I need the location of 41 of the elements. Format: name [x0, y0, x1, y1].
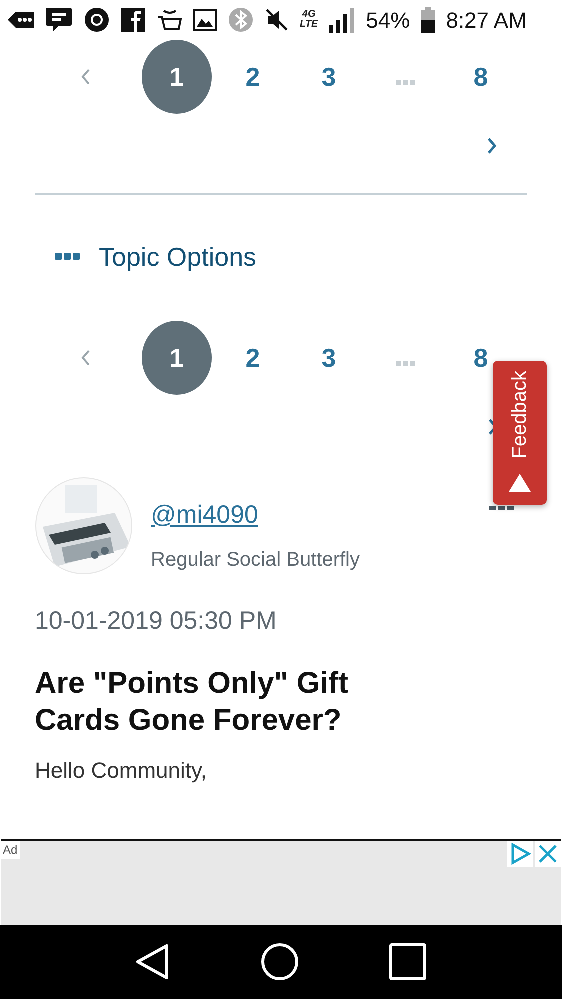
back-icon[interactable] [135, 944, 171, 980]
close-icon[interactable] [535, 841, 561, 867]
recents-icon[interactable] [389, 943, 427, 981]
network-label: LTE [300, 20, 318, 30]
signal-icon [329, 7, 356, 33]
image-icon [193, 9, 217, 31]
page-number[interactable]: 8 [474, 62, 488, 92]
play-icon[interactable] [507, 841, 533, 867]
browser-icon [84, 7, 110, 33]
ad-label: Ad [1, 841, 20, 859]
author-link[interactable]: @mi4090 [151, 497, 360, 534]
post-date: 10-01-2019 05:30 PM [35, 606, 278, 637]
page-number[interactable]: 2 [246, 62, 260, 92]
more-icon[interactable] [489, 506, 515, 510]
notification-icon [8, 10, 34, 30]
feedback-tab[interactable]: Feedback [493, 361, 547, 505]
author-rank: Regular Social Butterfly [151, 548, 360, 572]
page-number[interactable]: 1 [142, 40, 212, 114]
battery-level: 54% [366, 6, 410, 34]
page-number[interactable]: 3 [322, 62, 336, 92]
ellipsis-icon [396, 360, 414, 366]
social-icon [121, 8, 145, 32]
page-number[interactable]: 1 [142, 321, 212, 395]
bluetooth-icon [228, 7, 254, 33]
battery-icon [421, 7, 436, 33]
ellipsis-icon [396, 80, 414, 84]
page-number[interactable]: 2 [246, 344, 260, 372]
page-number[interactable]: 3 [322, 344, 336, 372]
message-icon [45, 6, 73, 34]
post-body: Hello Community, [35, 756, 208, 785]
triangle-icon [508, 473, 532, 493]
clock: 8:27 AM [446, 6, 527, 34]
next-page-icon[interactable] [487, 418, 493, 436]
mute-icon [265, 8, 289, 32]
home-icon[interactable] [261, 943, 299, 981]
post-title: Are "Points Only" Gift Cards Gone Forever? [35, 666, 350, 739]
page-number[interactable]: 8 [474, 344, 488, 372]
network-label: 4G [302, 10, 316, 20]
topic-options-button[interactable]: Topic Options [99, 238, 257, 276]
next-page-icon[interactable] [486, 137, 498, 155]
more-icon [55, 253, 81, 261]
